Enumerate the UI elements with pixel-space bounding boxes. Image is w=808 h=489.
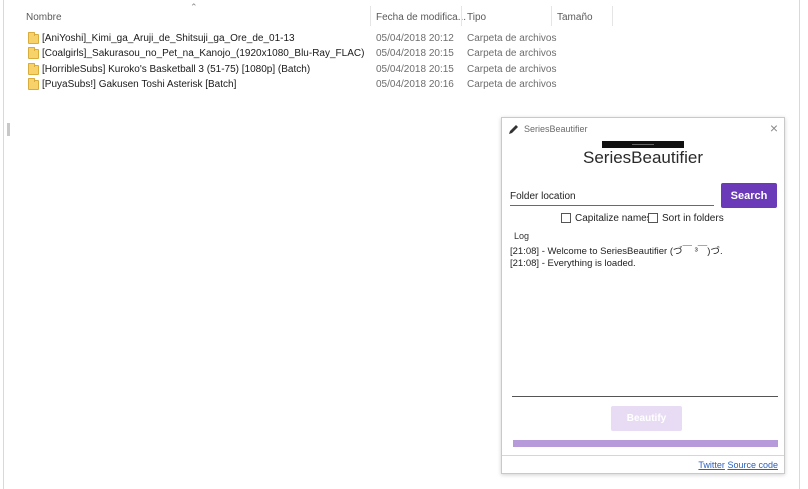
beautify-button[interactable]: Beautify bbox=[611, 406, 682, 431]
capitalize-names-checkbox[interactable]: Capitalize names bbox=[561, 213, 652, 224]
file-type: Carpeta de archivos bbox=[467, 48, 557, 59]
file-row[interactable]: [AniYoshi]_Kimi_ga_Aruji_de_Shitsuji_ga_… bbox=[26, 32, 566, 47]
sort-in-folders-checkbox[interactable]: Sort in folders bbox=[648, 213, 724, 224]
file-name: [Coalgirls]_Sakurasou_no_Pet_na_Kanojo_(… bbox=[42, 48, 365, 59]
column-divider[interactable] bbox=[370, 6, 371, 26]
file-name: [PuyaSubs!] Gakusen Toshi Asterisk [Batc… bbox=[42, 79, 237, 90]
title-bar[interactable]: SeriesBeautifier × bbox=[502, 118, 784, 140]
file-row[interactable]: [HorribleSubs] Kuroko's Basketball 3 (51… bbox=[26, 63, 566, 78]
window-left-edge bbox=[3, 0, 4, 489]
splitter-handle[interactable] bbox=[7, 123, 10, 136]
file-type: Carpeta de archivos bbox=[467, 64, 557, 75]
source-code-link[interactable]: Source code bbox=[727, 460, 778, 470]
column-header-name[interactable]: Nombre bbox=[26, 12, 62, 23]
folder-icon bbox=[28, 32, 39, 44]
file-name: [HorribleSubs] Kuroko's Basketball 3 (51… bbox=[42, 64, 311, 75]
column-header-size[interactable]: Tamaño bbox=[557, 12, 593, 23]
file-date: 05/04/2018 20:15 bbox=[376, 48, 454, 59]
search-button[interactable]: Search bbox=[721, 183, 777, 208]
file-type: Carpeta de archivos bbox=[467, 79, 557, 90]
capitalize-names-label: Capitalize names bbox=[575, 213, 652, 224]
sort-in-folders-label: Sort in folders bbox=[662, 213, 724, 224]
file-date: 05/04/2018 20:15 bbox=[376, 64, 454, 75]
file-date: 05/04/2018 20:16 bbox=[376, 79, 454, 90]
column-header-date[interactable]: Fecha de modifica... bbox=[376, 12, 466, 23]
file-type: Carpeta de archivos bbox=[467, 33, 557, 44]
sort-ascending-icon: ⌃ bbox=[190, 2, 198, 12]
footer-links: Twitter Source code bbox=[698, 460, 778, 470]
close-icon[interactable]: × bbox=[770, 120, 778, 136]
app-title: SeriesBeautifier bbox=[582, 148, 703, 167]
log-output: [21:08] - Welcome to SeriesBeautifier (づ… bbox=[510, 246, 778, 396]
file-row[interactable]: [Coalgirls]_Sakurasou_no_Pet_na_Kanojo_(… bbox=[26, 47, 566, 62]
footer-divider bbox=[502, 455, 784, 456]
file-date: 05/04/2018 20:12 bbox=[376, 33, 454, 44]
column-divider[interactable] bbox=[461, 6, 462, 26]
pencil-icon bbox=[508, 122, 519, 140]
folder-icon bbox=[28, 63, 39, 75]
column-header-type[interactable]: Tipo bbox=[467, 12, 486, 23]
log-label: Log bbox=[514, 231, 530, 241]
log-divider bbox=[512, 396, 778, 397]
logo bbox=[602, 141, 684, 148]
checkbox-box[interactable] bbox=[561, 213, 571, 223]
series-beautifier-window: SeriesBeautifier × SeriesBeautifier Sear… bbox=[501, 117, 785, 474]
column-divider[interactable] bbox=[612, 6, 613, 26]
progress-bar bbox=[513, 440, 778, 447]
file-name: [AniYoshi]_Kimi_ga_Aruji_de_Shitsuji_ga_… bbox=[42, 33, 295, 44]
checkbox-box[interactable] bbox=[648, 213, 658, 223]
file-row[interactable]: [PuyaSubs!] Gakusen Toshi Asterisk [Batc… bbox=[26, 78, 566, 93]
progress-fill bbox=[513, 440, 778, 447]
column-divider[interactable] bbox=[551, 6, 552, 26]
window-title: SeriesBeautifier bbox=[524, 124, 588, 134]
folder-icon bbox=[28, 47, 39, 59]
twitter-link[interactable]: Twitter bbox=[698, 460, 725, 470]
folder-location-input[interactable] bbox=[510, 188, 714, 206]
folder-icon bbox=[28, 78, 39, 90]
log-line: [21:08] - Welcome to SeriesBeautifier (づ… bbox=[510, 246, 723, 257]
log-line: [21:08] - Everything is loaded. bbox=[510, 258, 636, 269]
window-right-edge bbox=[799, 0, 800, 489]
